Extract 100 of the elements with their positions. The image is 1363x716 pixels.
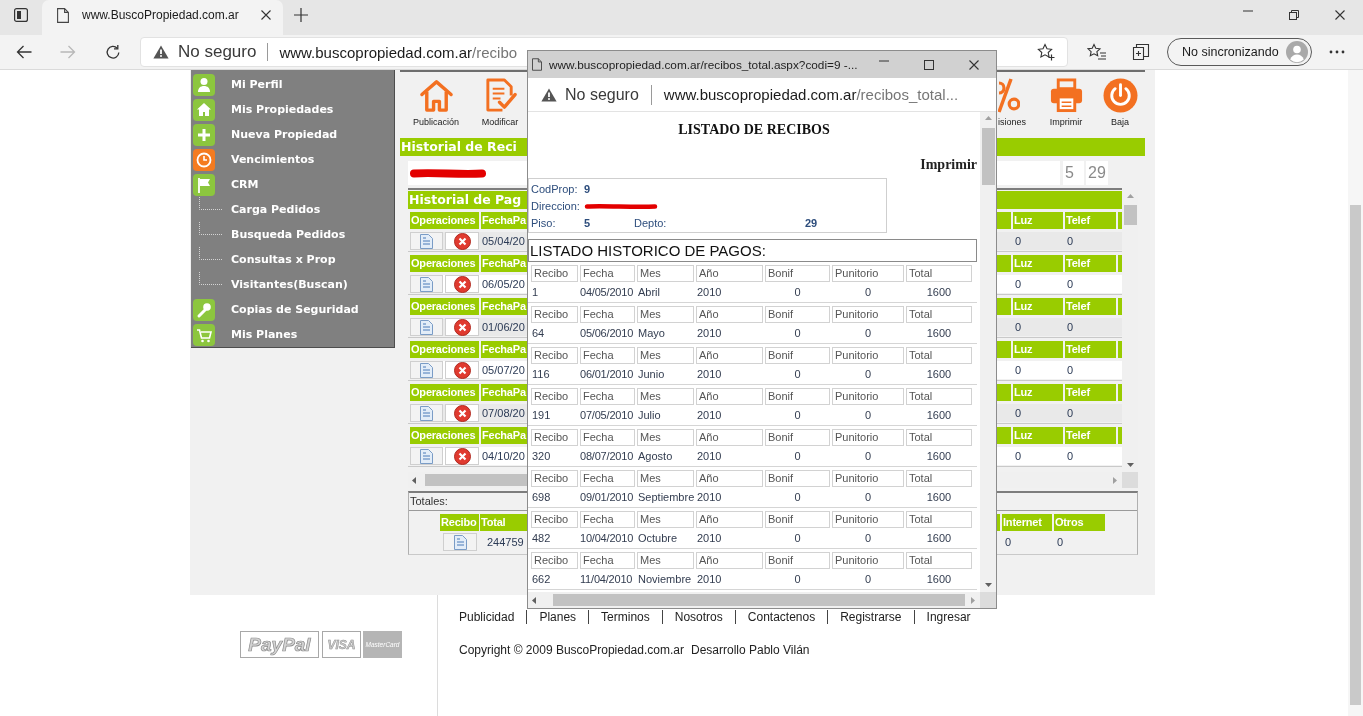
table-cell-text: 0 [1014, 363, 1023, 378]
column-header: Mes [637, 347, 694, 364]
table-cell-text: 2010 [696, 367, 723, 382]
table-cell-text: Octubre [637, 531, 679, 546]
column-header: Recibo [440, 514, 479, 531]
column-header: Bonif [765, 470, 830, 487]
table-cell-text: 0 [793, 449, 802, 464]
column-header: Luz [1013, 255, 1063, 272]
column-header: Operaciones [410, 298, 479, 315]
url-text: www.buscopropiedad.com.ar/recibo [279, 43, 518, 61]
column-header: Mes [637, 511, 694, 528]
column-header: Recibo [531, 552, 578, 569]
table-cell-text: 0 [863, 408, 873, 423]
table-cell-text: 0 [793, 490, 802, 505]
table-cell-text: 1600 [925, 326, 953, 341]
column-header: Telef [1065, 384, 1116, 401]
column-header: Punitorio [832, 470, 904, 487]
table-cell-text: 1600 [925, 490, 953, 505]
table-cell-text: 698 [531, 490, 552, 505]
column-header: Total [906, 429, 972, 446]
column-header: Telef [1065, 427, 1116, 444]
table-cell-text: 662 [531, 572, 552, 587]
column-header: Total [480, 514, 528, 531]
column-header: Año [696, 552, 763, 569]
table-cell-text: 0 [793, 285, 802, 300]
column-header: Bonif [765, 306, 830, 323]
table-cell-text: 2010 [696, 531, 723, 546]
column-header: Otros [1054, 514, 1105, 531]
table-cell-text: 244759 [486, 535, 525, 550]
column-header: FechaPa [481, 255, 528, 272]
column-header: Telef [1065, 298, 1116, 315]
column-header: Internet [1002, 514, 1052, 531]
column-header: Punitorio [832, 511, 904, 528]
column-header: Operaciones [410, 384, 479, 401]
table-cell-text: 0 [1014, 320, 1023, 335]
copyright-text: Copyright © 2009 BuscoPropiedad.com.ar [459, 643, 684, 657]
table-cell-text: 11/04/2010 [580, 572, 634, 587]
table-cell-text: 0 [793, 572, 802, 587]
column-header: Operaciones [410, 212, 479, 229]
table-cell-text: 0 [863, 285, 873, 300]
column-header: Bonif [765, 429, 830, 446]
table-cell-text: 05/06/2010 [580, 326, 635, 341]
column-header: Fecha [580, 388, 635, 405]
column-header: Mes [637, 429, 694, 446]
table-cell-text: 0 [1066, 234, 1075, 249]
table-cell-text: 191 [531, 408, 552, 423]
column-header: Año [696, 347, 763, 364]
column-header: Año [696, 388, 763, 405]
column-header: FechaPa [481, 384, 528, 401]
field-label: Depto: [634, 216, 667, 231]
page-heading: LISTADO DE RECIBOS [678, 122, 830, 138]
column-header: Recibo [531, 265, 578, 282]
table-cell-text: Abril [637, 285, 661, 300]
table-cell-text: 2010 [696, 572, 723, 587]
table-cell-text: 06/05/20 [481, 277, 526, 292]
table-cell-text: 2010 [696, 408, 723, 423]
table-cell-text: 10/04/2010 [580, 531, 635, 546]
column-header: Bonif [765, 265, 830, 282]
table-cell-text: 1600 [925, 572, 953, 587]
column-header: Total [906, 388, 972, 405]
column-header: Telef [1065, 255, 1116, 272]
table-cell-text: 0 [863, 531, 873, 546]
url-text: www.buscopropiedad.com.ar/recibos_total... [663, 86, 959, 103]
column-header: Operaciones [410, 427, 479, 444]
table-cell-text: Agosto [637, 449, 674, 464]
column-header: Fecha [580, 470, 635, 487]
table-cell-text: 1600 [925, 449, 953, 464]
table-cell-text: 0 [863, 326, 873, 341]
table-cell-text: 0 [1014, 406, 1023, 421]
column-header: Luz [1013, 341, 1063, 358]
table-cell-text: 1600 [925, 408, 953, 423]
table-cell-text: 482 [531, 531, 552, 546]
column-header: Fecha [580, 511, 635, 528]
table-cell-text: 0 [1066, 363, 1075, 378]
table-cell-text: 2010 [696, 285, 723, 300]
payment-logo: VISA [322, 631, 361, 658]
column-header: Punitorio [832, 306, 904, 323]
table-cell-text: 1600 [925, 285, 953, 300]
column-header: Recibo [531, 429, 578, 446]
column-header: FechaPa [481, 212, 528, 229]
table-cell-text: 116 [531, 367, 551, 382]
column-header: Telef [1065, 212, 1116, 229]
column-header: FechaPa [481, 427, 528, 444]
column-header: Recibo [531, 470, 578, 487]
table-cell-text: 1 [531, 285, 540, 300]
column-header: Total [906, 552, 972, 569]
column-header: Mes [637, 552, 694, 569]
column-header: Total [906, 306, 972, 323]
table-cell-text: Noviembre [637, 572, 693, 587]
column-header: Bonif [765, 388, 830, 405]
column-header: Operaciones [410, 255, 479, 272]
column-header: Mes [637, 306, 694, 323]
table-cell-text: 0 [1056, 535, 1065, 550]
field-label: Piso: [531, 216, 556, 231]
column-header: Mes [637, 470, 694, 487]
field-value: 29 [805, 216, 818, 231]
table-cell-text: 0 [1004, 535, 1013, 550]
table-cell-text: 08/07/2010 [580, 449, 635, 464]
table-cell-text: 0 [1014, 449, 1023, 464]
column-header: Recibo [531, 306, 578, 323]
